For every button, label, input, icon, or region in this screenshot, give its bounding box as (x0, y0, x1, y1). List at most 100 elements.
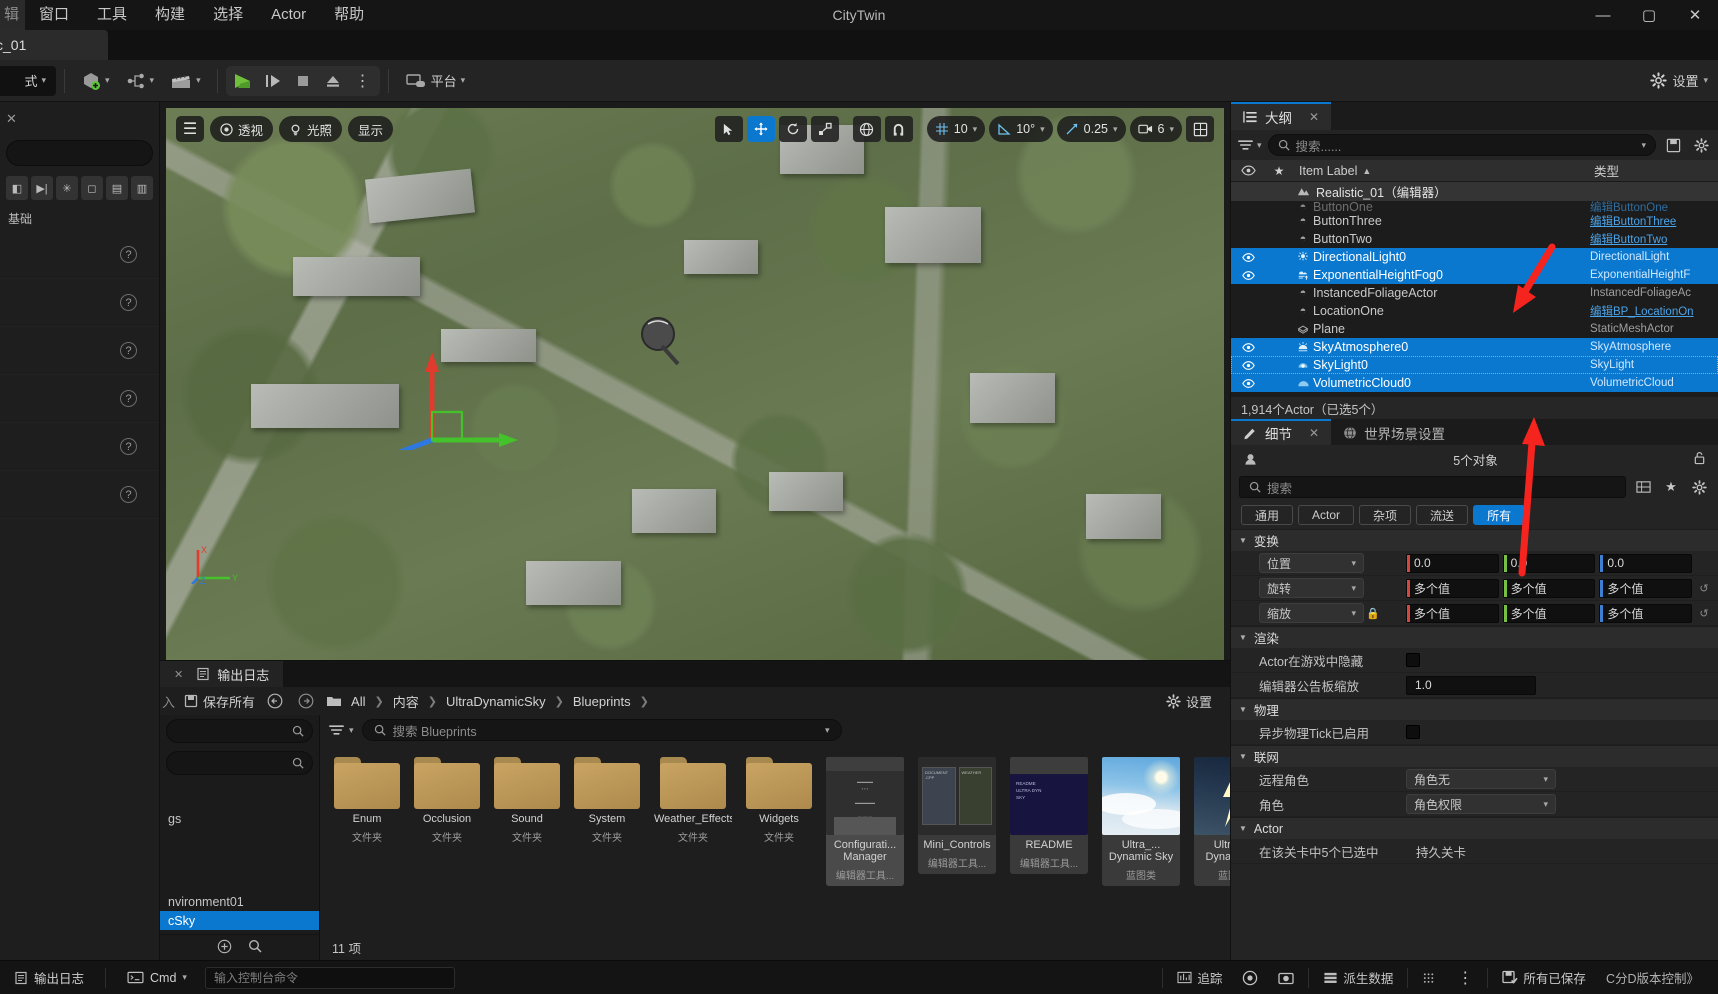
row-visibility-toggle[interactable] (1231, 360, 1265, 370)
nav-forward-button[interactable] (295, 690, 317, 712)
details-columns-button[interactable] (1632, 476, 1654, 498)
filter-actor[interactable]: Actor (1298, 505, 1355, 525)
tree-item-1[interactable]: nvironment01 (160, 892, 319, 911)
trace-screenshot-button[interactable] (1269, 965, 1303, 991)
tree-search-input-1[interactable] (166, 719, 313, 743)
location-x-input[interactable]: 0.0 (1406, 553, 1499, 573)
billboard-scale-input[interactable]: 1.0 (1406, 675, 1536, 695)
surface-snap-button[interactable] (884, 116, 913, 142)
category-physics[interactable]: ▼ 物理 (1231, 698, 1718, 720)
list-item[interactable]: ? (0, 327, 159, 375)
select-tool-button[interactable] (714, 116, 743, 142)
menu-item-build[interactable]: 构建 (141, 0, 199, 30)
table-row[interactable]: DirectionalLight0 DirectionalLight (1231, 248, 1718, 266)
row-type[interactable]: 编辑BP_LocationOn (1590, 303, 1718, 319)
eject-button[interactable] (318, 67, 348, 95)
asset-item[interactable]: README ULTRA DYN SKY README 编辑器工具... (1010, 757, 1088, 874)
table-row[interactable]: ◓ LocationOne 编辑BP_LocationOn (1231, 302, 1718, 320)
stop-button[interactable] (288, 67, 318, 95)
add-folder-button[interactable] (217, 939, 232, 957)
tree-search-input-2[interactable] (166, 751, 313, 775)
location-z-input[interactable]: 0.0 (1599, 553, 1693, 573)
asset-search-input[interactable]: 搜索 Blueprints ▾ (361, 719, 842, 741)
revision-control-button[interactable]: C分D版本控制》 (1597, 965, 1708, 991)
category-icon-visual[interactable]: ▤ (106, 176, 128, 200)
async-physics-checkbox[interactable] (1406, 725, 1420, 739)
scale-z-input[interactable]: 多个值 (1599, 603, 1693, 623)
breadcrumb-content[interactable]: 内容 (393, 692, 419, 711)
table-row[interactable]: SkyAtmosphere0 SkyAtmosphere (1231, 338, 1718, 356)
skip-button[interactable] (258, 67, 288, 95)
grid-snap-control[interactable]: 10 ▾ (926, 116, 986, 142)
row-type[interactable]: 编辑ButtonTwo (1590, 231, 1718, 247)
reset-icon[interactable]: ↺ (1696, 582, 1712, 595)
save-all-button[interactable]: 保存所有 (184, 692, 255, 711)
outliner-search-input[interactable]: 搜索...... ▾ (1267, 134, 1656, 156)
performance-button[interactable] (1413, 965, 1446, 991)
scale-y-input[interactable]: 多个值 (1502, 603, 1596, 623)
category-icon-recent[interactable]: ◧ (6, 176, 28, 200)
list-item[interactable]: ? (0, 279, 159, 327)
tab-output-log[interactable]: ✕ 输出日志 (160, 661, 284, 687)
viewport-show-dropdown[interactable]: 显示 (348, 116, 394, 142)
add-actor-button[interactable]: ▾ (73, 66, 118, 96)
directional-light-sprite[interactable] (632, 312, 692, 372)
rotation-z-input[interactable]: 多个值 (1599, 578, 1693, 598)
column-type-label[interactable]: 类型 (1590, 161, 1718, 180)
asset-item-folder[interactable]: Occlusion 文件夹 (414, 757, 480, 844)
asset-item-folder[interactable]: Weather_Effects 文件夹 (654, 757, 732, 844)
asset-item[interactable]: Ultra_... Dynamic Sky 蓝图类 (1102, 757, 1180, 886)
close-icon[interactable]: ✕ (1309, 426, 1319, 440)
table-row[interactable]: ◓ ButtonThree 编辑ButtonThree (1231, 212, 1718, 230)
table-row[interactable]: Plane StaticMeshActor (1231, 320, 1718, 338)
trace-button[interactable]: 追踪 (1168, 965, 1231, 991)
transform-gizmo[interactable] (378, 340, 518, 450)
camera-speed-control[interactable]: 6 ▾ (1129, 116, 1182, 142)
table-row[interactable]: ExponentialHeightFog0 ExponentialHeightF (1231, 266, 1718, 284)
row-visibility-toggle[interactable] (1231, 342, 1265, 352)
tree-item-0[interactable]: gs (160, 809, 319, 828)
list-item[interactable]: ? (0, 423, 159, 471)
lock-icon[interactable]: 🔒 (1364, 607, 1382, 620)
toolbar-settings-button[interactable]: 设置 ▾ (1650, 71, 1708, 90)
place-actors-search-input[interactable] (6, 140, 153, 166)
rotation-x-input[interactable]: 多个值 (1406, 578, 1499, 598)
role-dropdown[interactable]: 角色权限 ▾ (1406, 794, 1556, 814)
location-y-input[interactable]: 0.0 (1502, 553, 1596, 573)
row-type[interactable]: 编辑ButtonThree (1590, 213, 1718, 229)
category-icon-volumes[interactable]: ▥ (131, 176, 153, 200)
table-row[interactable]: ◓ ButtonOne 编辑ButtonOne (1231, 201, 1718, 212)
angle-snap-control[interactable]: 10° ▾ (989, 116, 1053, 142)
location-dropdown[interactable]: 位置 ▾ (1259, 553, 1364, 573)
trace-record-button[interactable] (1233, 965, 1267, 991)
category-icon-basic[interactable]: ▶| (31, 176, 53, 200)
menu-item-actor[interactable]: Actor (257, 0, 320, 30)
viewport-perspective-dropdown[interactable]: 透视 (210, 116, 274, 142)
tab-world-settings[interactable]: 世界场景设置 (1331, 419, 1458, 445)
row-visibility-toggle[interactable] (1231, 252, 1265, 262)
translate-tool-button[interactable] (746, 116, 775, 142)
status-more-button[interactable]: ⋮ (1448, 965, 1482, 991)
console-command-input[interactable]: 输入控制台命令 (204, 966, 455, 989)
outliner-root-row[interactable]: Realistic_01（编辑器） (1231, 182, 1718, 201)
blueprints-button[interactable]: ▾ (118, 66, 163, 96)
viewport-layout-button[interactable] (1186, 116, 1214, 142)
table-row[interactable]: ◓ ButtonTwo 编辑ButtonTwo (1231, 230, 1718, 248)
play-options-button[interactable]: ⋮ (348, 67, 378, 95)
list-item[interactable]: ? (0, 375, 159, 423)
column-item-label[interactable]: Item Label ▲ (1293, 164, 1590, 178)
filter-misc[interactable]: 杂项 (1359, 505, 1412, 525)
rotation-y-input[interactable]: 多个值 (1502, 578, 1596, 598)
row-visibility-toggle[interactable] (1231, 270, 1265, 280)
menu-item-window[interactable]: 窗口 (25, 0, 83, 30)
table-row[interactable]: SkyLight0 SkyLight (1231, 356, 1718, 374)
minimize-button[interactable]: — (1580, 0, 1626, 30)
menu-item-clipped[interactable]: 辑 (0, 0, 26, 30)
close-icon[interactable]: ✕ (174, 668, 183, 681)
tree-search-button[interactable] (248, 939, 262, 956)
rotation-dropdown[interactable]: 旋转 ▾ (1259, 578, 1364, 598)
row-type[interactable]: 编辑ButtonOne (1590, 201, 1718, 213)
close-button[interactable]: ✕ (1672, 0, 1718, 30)
asset-filter-button[interactable]: ▾ (328, 723, 354, 737)
platforms-button[interactable]: 平台 ▾ (397, 66, 474, 96)
